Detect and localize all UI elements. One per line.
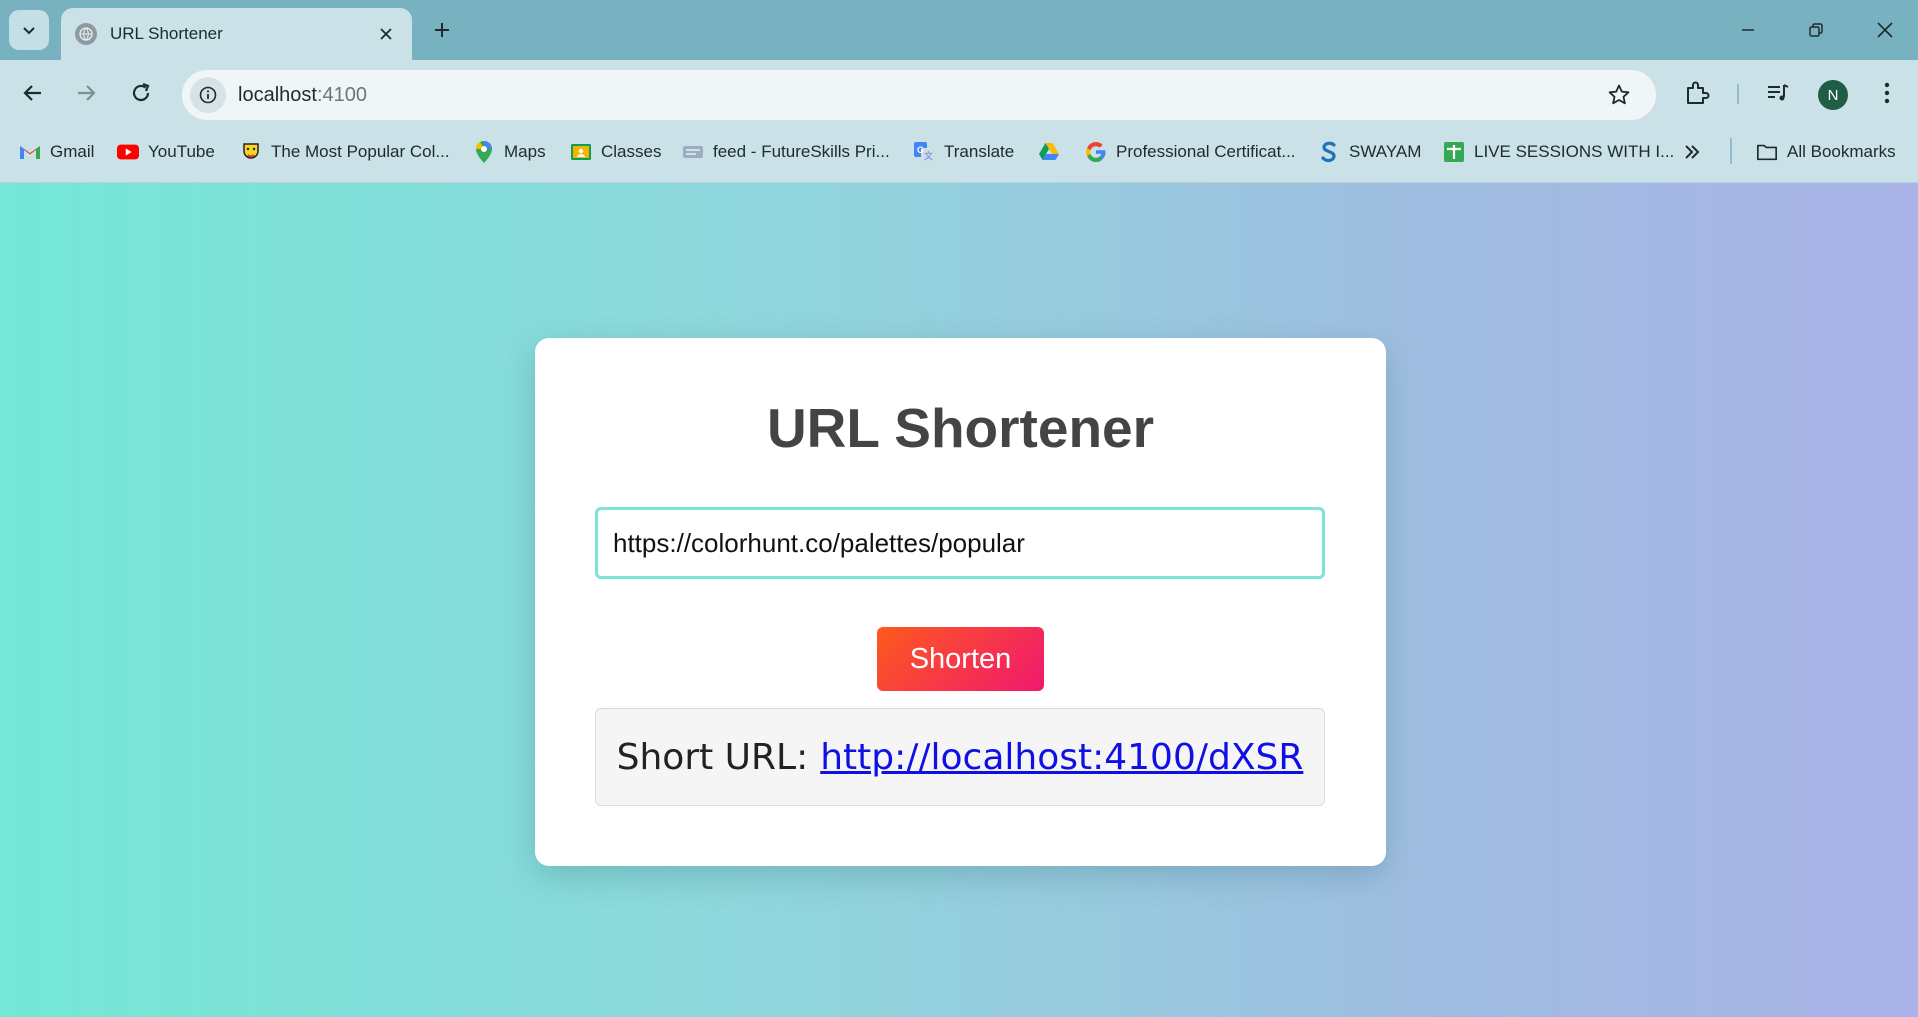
gmail-icon (19, 141, 41, 163)
svg-text:G: G (917, 145, 924, 155)
bookmark-gmail[interactable]: Gmail (19, 136, 94, 168)
address-bar[interactable]: localhost:4100 (182, 70, 1656, 120)
bookmark-label: Professional Certificat... (1116, 142, 1296, 161)
bookmark-live-sessions[interactable]: LIVE SESSIONS WITH I... (1443, 136, 1674, 168)
chevron-down-icon (23, 27, 35, 35)
close-icon (1877, 22, 1893, 38)
bookmark-label: Classes (601, 142, 662, 161)
long-url-input[interactable] (595, 507, 1325, 579)
translate-icon: G文 (913, 141, 935, 163)
minimize-icon (1742, 29, 1754, 31)
bookmark-star-icon[interactable] (1604, 80, 1634, 110)
toolbar-divider (1737, 84, 1739, 104)
bookmark-label: The Most Popular Col... (271, 142, 450, 161)
bookmark-label: LIVE SESSIONS WITH I... (1474, 142, 1675, 161)
close-window-button[interactable] (1857, 6, 1913, 54)
arrow-left-icon (23, 85, 41, 101)
swayam-icon (1318, 141, 1340, 163)
youtube-icon (117, 141, 139, 163)
futureskills-icon (682, 141, 704, 163)
page-background: URL Shortener Shorten Short URL: http://… (0, 183, 1918, 1017)
shorten-button[interactable]: Shorten (877, 627, 1044, 691)
bookmark-colorhunt[interactable]: The Most Popular Col... (240, 136, 450, 168)
restore-button[interactable] (1788, 6, 1844, 54)
new-tab-button[interactable] (424, 12, 460, 48)
bookmark-label: SWAYAM (1349, 142, 1422, 161)
media-control-icon[interactable] (1761, 76, 1795, 110)
bookmark-maps[interactable]: Maps (473, 136, 546, 168)
reload-icon (132, 82, 150, 102)
all-bookmarks-label: All Bookmarks (1787, 142, 1896, 161)
back-button[interactable] (15, 75, 51, 111)
drive-icon (1038, 141, 1060, 163)
bookmark-label: feed - FutureSkills Pri... (713, 142, 890, 161)
plus-icon (435, 23, 449, 37)
url-text: localhost:4100 (238, 84, 367, 107)
short-url-label: Short URL: (616, 736, 809, 778)
bookmarks-divider (1730, 138, 1732, 164)
profile-avatar[interactable]: N (1818, 80, 1848, 110)
bookmark-futureskills[interactable]: feed - FutureSkills Pri... (682, 136, 890, 168)
close-tab-icon[interactable] (374, 22, 398, 46)
bookmark-label: YouTube (148, 142, 215, 161)
minimize-button[interactable] (1720, 6, 1776, 54)
reload-button[interactable] (123, 75, 159, 111)
globe-icon (75, 23, 97, 45)
bookmark-youtube[interactable]: YouTube (117, 136, 215, 168)
url-host: localhost (238, 83, 317, 106)
tab-strip: URL Shortener (0, 0, 1918, 60)
bookmark-drive[interactable] (1038, 136, 1069, 168)
tab-search-button[interactable] (9, 10, 49, 50)
colorhunt-icon (240, 141, 262, 163)
restore-icon (1809, 23, 1823, 37)
bookmark-translate[interactable]: G文 Translate (913, 136, 1014, 168)
tab-title: URL Shortener (110, 24, 223, 43)
result-box: Short URL: http://localhost:4100/dXSR (595, 708, 1325, 806)
folder-icon (1756, 141, 1778, 163)
bookmark-swayam[interactable]: SWAYAM (1318, 136, 1421, 168)
svg-text:文: 文 (924, 150, 933, 161)
forward-button[interactable] (68, 75, 104, 111)
classroom-icon (570, 141, 592, 163)
google-icon (1085, 141, 1107, 163)
kebab-menu-icon[interactable] (1870, 76, 1904, 110)
browser-toolbar: localhost:4100 N (0, 60, 1918, 122)
more-bookmarks-button[interactable] (1683, 136, 1701, 168)
tab-url-shortener[interactable]: URL Shortener (61, 8, 412, 60)
site-info-icon[interactable] (190, 77, 226, 113)
shortener-card: URL Shortener Shorten Short URL: http://… (535, 338, 1386, 866)
bookmark-professional-certificate[interactable]: Professional Certificat... (1085, 136, 1296, 168)
all-bookmarks-button[interactable]: All Bookmarks (1756, 136, 1896, 168)
bookmarks-bar: Gmail YouTube The Most Popular Col... Ma… (0, 122, 1918, 183)
bookmark-classes[interactable]: Classes (570, 136, 661, 168)
double-chevron-right-icon (1685, 145, 1700, 159)
arrow-right-icon (78, 85, 96, 101)
short-url-link[interactable]: http://localhost:4100/dXSR (820, 737, 1303, 778)
sheets-icon (1443, 141, 1465, 163)
maps-icon (473, 141, 495, 163)
bookmark-label: Gmail (50, 142, 95, 161)
bookmark-label: Maps (504, 142, 546, 161)
url-port: :4100 (316, 83, 367, 106)
page-title: URL Shortener (766, 397, 1155, 459)
extensions-icon[interactable] (1680, 76, 1714, 110)
bookmark-label: Translate (944, 142, 1015, 161)
